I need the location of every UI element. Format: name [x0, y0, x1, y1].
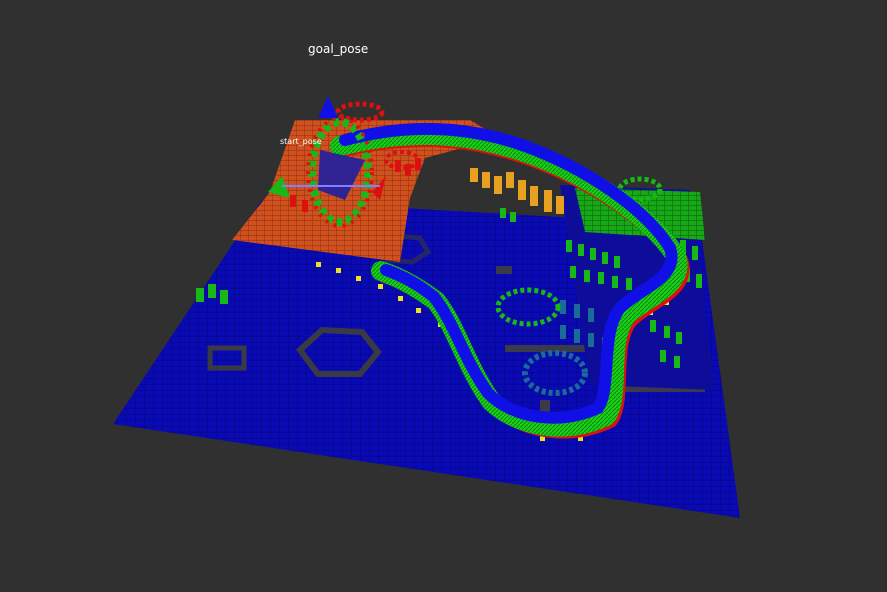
- pose-arrow-marker-icon[interactable]: [318, 96, 338, 118]
- rviz-3d-viewport[interactable]: goal_pose start_pose: [0, 0, 887, 592]
- goal-pose-label: goal_pose: [308, 42, 369, 56]
- 3d-scene[interactable]: [0, 0, 887, 592]
- start-pose-label: start_pose: [280, 137, 322, 146]
